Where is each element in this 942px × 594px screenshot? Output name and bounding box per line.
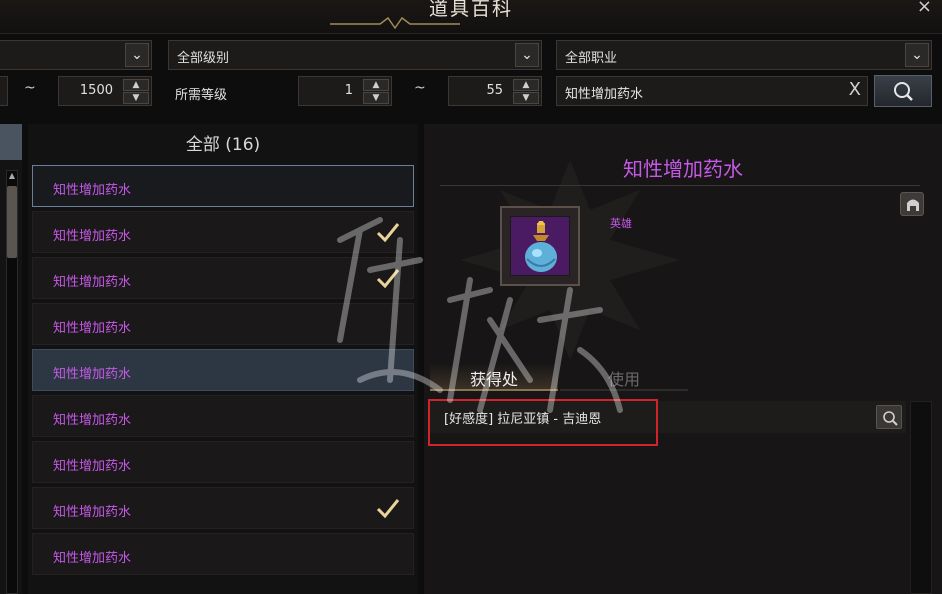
window-title: 道具百科 bbox=[428, 0, 513, 20]
spin-down-icon[interactable]: ▼ bbox=[123, 92, 149, 104]
item-icon-background bbox=[510, 216, 570, 276]
required-level-max-value: 55 bbox=[486, 83, 503, 98]
list-item[interactable]: 知性增加药水 bbox=[32, 487, 414, 529]
preview-button[interactable] bbox=[900, 192, 924, 216]
chevron-down-icon[interactable]: ⌄ bbox=[125, 43, 149, 67]
category-select[interactable]: ⌄ bbox=[0, 40, 152, 70]
close-icon[interactable]: × bbox=[917, 0, 932, 17]
list-item[interactable]: 知性增加药水 bbox=[32, 533, 414, 575]
title-bar: 道具百科 × bbox=[0, 0, 942, 34]
item-icon-frame[interactable] bbox=[500, 206, 580, 286]
title-ornament-icon bbox=[330, 16, 460, 30]
filter-row-bottom: ~ 1500 ▲ ▼ 所需等级 1 ▲ ▼ ~ 55 ▲ ▼ 知性增加药水 X bbox=[0, 74, 942, 110]
list-item-label: 知性增加药水 bbox=[53, 183, 132, 198]
list-item[interactable]: 知性增加药水 bbox=[32, 349, 414, 391]
detail-divider bbox=[440, 185, 920, 186]
search-icon[interactable] bbox=[877, 406, 903, 430]
list-item[interactable]: 知性增加药水 bbox=[32, 441, 414, 483]
required-level-min-input[interactable]: 1 ▲ ▼ bbox=[298, 76, 392, 106]
source-search-button[interactable] bbox=[876, 405, 902, 429]
list-item[interactable]: 知性增加药水 bbox=[32, 303, 414, 345]
list-item-label: 知性增加药水 bbox=[53, 505, 132, 520]
item-list-panel: 全部 (16) 知性增加药水 知性增加药水 知性增加药水 知性增加药水 知性增加药水 知性… bbox=[28, 124, 418, 594]
list-header: 全部 (16) bbox=[185, 135, 261, 155]
range-separator: ~ bbox=[24, 80, 36, 96]
list-item-label: 知性增加药水 bbox=[53, 321, 132, 336]
tab-obtain[interactable]: 获得处 bbox=[430, 363, 558, 391]
class-select-value: 全部职业 bbox=[565, 51, 618, 66]
list-item-label: 知性增加药水 bbox=[53, 551, 132, 566]
class-select[interactable]: 全部职业 ⌄ bbox=[556, 40, 932, 70]
spin-down-icon[interactable]: ▼ bbox=[513, 92, 539, 104]
chevron-down-icon[interactable]: ⌄ bbox=[515, 43, 539, 67]
search-input[interactable]: 知性增加药水 X bbox=[556, 76, 868, 106]
search-button[interactable] bbox=[874, 75, 932, 107]
item-grade-label: 英雄 bbox=[610, 217, 632, 230]
list-item-label: 知性增加药水 bbox=[53, 459, 132, 474]
side-panel-tab[interactable] bbox=[0, 124, 22, 160]
check-icon bbox=[376, 223, 400, 243]
item-level-max-value: 1500 bbox=[79, 83, 113, 98]
potion-icon bbox=[525, 221, 557, 272]
list-item-label: 知性增加药水 bbox=[53, 229, 132, 244]
list-item-label: 知性增加药水 bbox=[53, 367, 132, 382]
list-item[interactable]: 知性增加药水 bbox=[32, 257, 414, 299]
list-item[interactable]: 知性增加药水 bbox=[32, 395, 414, 437]
detail-scrollbar[interactable] bbox=[910, 401, 932, 594]
list-item[interactable]: 知性增加药水 bbox=[32, 165, 414, 207]
list-item-label: 知性增加药水 bbox=[53, 413, 132, 428]
spin-up-icon[interactable]: ▲ bbox=[513, 79, 539, 91]
clear-icon[interactable]: X bbox=[849, 79, 861, 100]
spin-up-icon[interactable]: ▲ bbox=[123, 79, 149, 91]
item-level-max-input[interactable]: 1500 ▲ ▼ bbox=[58, 76, 152, 106]
list-item-label: 知性增加药水 bbox=[53, 275, 132, 290]
filter-row-top: ⌄ 全部级别 ⌄ 全部职业 ⌄ bbox=[0, 38, 942, 74]
check-icon bbox=[376, 269, 400, 289]
spin-up-icon[interactable]: ▲ bbox=[363, 79, 389, 91]
search-icon[interactable] bbox=[875, 76, 933, 108]
close-button[interactable]: × bbox=[917, 0, 932, 17]
list-scroll-thumb[interactable] bbox=[7, 186, 17, 258]
grade-select[interactable]: 全部级别 ⌄ bbox=[168, 40, 542, 70]
required-level-max-input[interactable]: 55 ▲ ▼ bbox=[448, 76, 542, 106]
chevron-down-icon[interactable]: ⌄ bbox=[905, 43, 929, 67]
grade-select-value: 全部级别 bbox=[177, 51, 230, 66]
required-level-min-value: 1 bbox=[344, 83, 353, 98]
spin-down-icon[interactable]: ▼ bbox=[363, 92, 389, 104]
item-name-title: 知性增加药水 bbox=[623, 157, 743, 181]
required-level-label: 所需等级 bbox=[175, 88, 228, 103]
highlight-box bbox=[428, 399, 658, 446]
list-item[interactable]: 知性增加药水 bbox=[32, 211, 414, 253]
search-input-value: 知性增加药水 bbox=[565, 87, 644, 102]
range-separator: ~ bbox=[414, 80, 426, 96]
helmet-icon[interactable] bbox=[901, 193, 925, 217]
check-icon bbox=[376, 499, 400, 519]
tab-usage[interactable]: 使用 bbox=[560, 363, 688, 391]
item-level-min-input[interactable] bbox=[0, 76, 8, 106]
detail-tabs: 获得处 使用 bbox=[430, 363, 910, 391]
scroll-up-icon[interactable]: ▲ bbox=[7, 171, 17, 183]
